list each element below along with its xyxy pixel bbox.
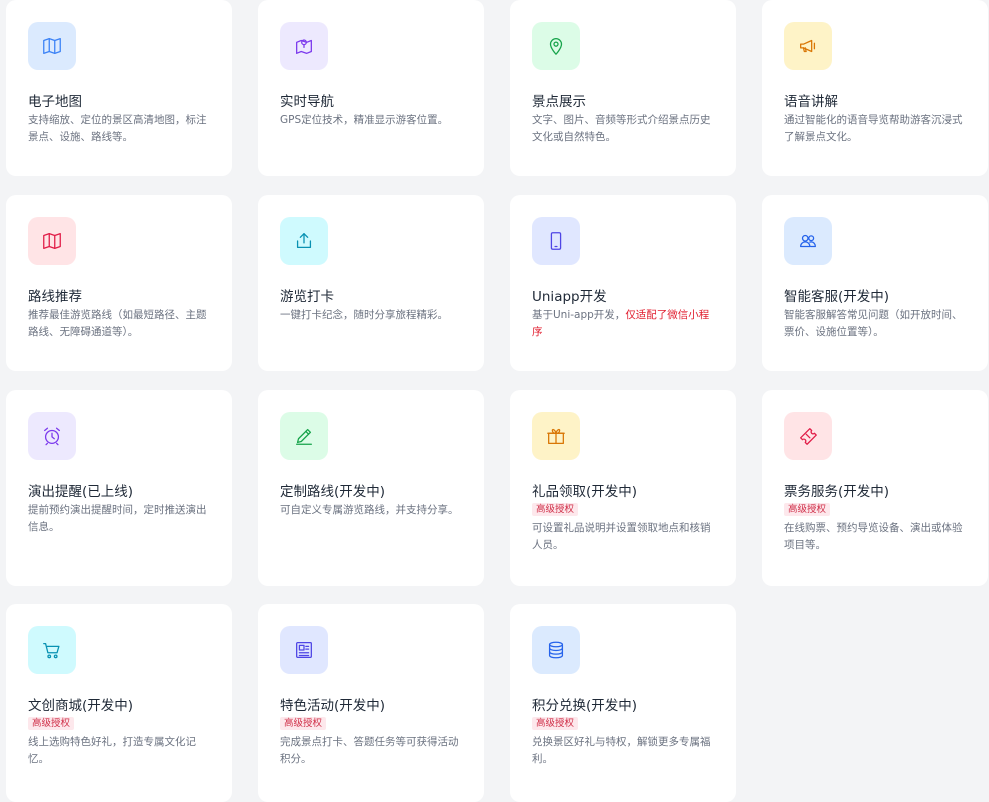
megaphone-icon bbox=[784, 22, 832, 70]
feature-card-voice-guide[interactable]: 语音讲解 通过智能化的语音导览帮助游客沉浸式了解景点文化。 bbox=[762, 0, 988, 176]
feature-title: 定制路线(开发中) bbox=[280, 484, 386, 500]
feature-desc: 文字、图片、音频等形式介绍景点历史文化或自然特色。 bbox=[532, 114, 711, 143]
feature-card-ticketing[interactable]: 票务服务(开发中) 高级授权 在线购票、预约导览设备、演出或体验项目等。 bbox=[762, 390, 988, 586]
feature-title: Uniapp开发 bbox=[532, 289, 607, 305]
feature-title: 积分兑换(开发中) bbox=[532, 698, 638, 714]
feature-title: 礼品领取(开发中) bbox=[532, 484, 638, 500]
users-icon bbox=[784, 217, 832, 265]
location-pin-icon bbox=[532, 22, 580, 70]
feature-desc: 线上选购特色好礼，打造专属文化记忆。 bbox=[28, 736, 196, 765]
feature-desc: 可设置礼品说明并设置领取地点和核销人员。 bbox=[532, 522, 711, 551]
feature-card-points-exchange[interactable]: 积分兑换(开发中) 高级授权 兑换景区好礼与特权，解锁更多专属福利。 bbox=[510, 604, 736, 802]
feature-title: 电子地图 bbox=[28, 94, 82, 110]
navigation-map-icon bbox=[280, 22, 328, 70]
premium-badge: 高级授权 bbox=[532, 503, 579, 516]
feature-card-scenic-display[interactable]: 景点展示 文字、图片、音频等形式介绍景点历史文化或自然特色。 bbox=[510, 0, 736, 176]
desc-prefix: 基于Uni-app开发， bbox=[532, 309, 626, 321]
feature-title: 游览打卡 bbox=[280, 289, 334, 305]
gift-icon bbox=[532, 412, 580, 460]
premium-badge: 高级授权 bbox=[532, 717, 579, 730]
newspaper-icon bbox=[280, 626, 328, 674]
feature-desc: 推荐最佳游览路线（如最短路径、主题路线、无障碍通道等）。 bbox=[28, 309, 207, 338]
feature-title: 演出提醒(已上线) bbox=[28, 484, 134, 500]
feature-desc: 支持缩放、定位的景区高清地图，标注景点、设施、路线等。 bbox=[28, 114, 207, 143]
alarm-clock-icon bbox=[28, 412, 76, 460]
feature-card-uniapp[interactable]: Uniapp开发 基于Uni-app开发，仅适配了微信小程序 bbox=[510, 195, 736, 371]
map-icon bbox=[28, 22, 76, 70]
premium-badge: 高级授权 bbox=[28, 717, 75, 730]
feature-title: 实时导航 bbox=[280, 94, 334, 110]
ticket-icon bbox=[784, 412, 832, 460]
share-upload-icon bbox=[280, 217, 328, 265]
feature-card-smart-service[interactable]: 智能客服(开发中) 智能客服解答常见问题（如开放时间、票价、设施位置等）。 bbox=[762, 195, 988, 371]
feature-card-checkin[interactable]: 游览打卡 一键打卡纪念，随时分享旅程精彩。 bbox=[258, 195, 484, 371]
feature-title: 智能客服(开发中) bbox=[784, 289, 890, 305]
feature-desc: 在线购票、预约导览设备、演出或体验项目等。 bbox=[784, 522, 963, 551]
feature-title: 路线推荐 bbox=[28, 289, 82, 305]
feature-title: 景点展示 bbox=[532, 94, 586, 110]
feature-desc: 智能客服解答常见问题（如开放时间、票价、设施位置等）。 bbox=[784, 309, 963, 338]
premium-badge: 高级授权 bbox=[784, 503, 831, 516]
feature-card-route-recommend[interactable]: 路线推荐 推荐最佳游览路线（如最短路径、主题路线、无障碍通道等）。 bbox=[6, 195, 232, 371]
mobile-phone-icon bbox=[532, 217, 580, 265]
feature-card-electronic-map[interactable]: 电子地图 支持缩放、定位的景区高清地图，标注景点、设施、路线等。 bbox=[6, 0, 232, 176]
feature-desc: 兑换景区好礼与特权，解锁更多专属福利。 bbox=[532, 736, 711, 765]
feature-card-show-reminder[interactable]: 演出提醒(已上线) 提前预约演出提醒时间，定时推送演出信息。 bbox=[6, 390, 232, 586]
feature-desc: 通过智能化的语音导览帮助游客沉浸式了解景点文化。 bbox=[784, 114, 963, 143]
coins-stack-icon bbox=[532, 626, 580, 674]
feature-desc: GPS定位技术，精准显示游客位置。 bbox=[280, 114, 449, 126]
feature-title: 语音讲解 bbox=[784, 94, 838, 110]
shopping-cart-icon bbox=[28, 626, 76, 674]
feature-desc: 一键打卡纪念，随时分享旅程精彩。 bbox=[280, 309, 448, 321]
feature-card-gift-claim[interactable]: 礼品领取(开发中) 高级授权 可设置礼品说明并设置领取地点和核销人员。 bbox=[510, 390, 736, 586]
feature-title: 票务服务(开发中) bbox=[784, 484, 890, 500]
feature-title: 特色活动(开发中) bbox=[280, 698, 386, 714]
feature-grid: 电子地图 支持缩放、定位的景区高清地图，标注景点、设施、路线等。 实时导航 GP… bbox=[0, 0, 989, 802]
feature-desc: 完成景点打卡、答题任务等可获得活动积分。 bbox=[280, 736, 459, 765]
folded-map-icon bbox=[28, 217, 76, 265]
feature-card-realtime-navigation[interactable]: 实时导航 GPS定位技术，精准显示游客位置。 bbox=[258, 0, 484, 176]
feature-card-special-events[interactable]: 特色活动(开发中) 高级授权 完成景点打卡、答题任务等可获得活动积分。 bbox=[258, 604, 484, 802]
feature-card-creative-mall[interactable]: 文创商城(开发中) 高级授权 线上选购特色好礼，打造专属文化记忆。 bbox=[6, 604, 232, 802]
feature-desc: 提前预约演出提醒时间，定时推送演出信息。 bbox=[28, 504, 207, 533]
premium-badge: 高级授权 bbox=[280, 717, 327, 730]
pencil-edit-icon bbox=[280, 412, 328, 460]
feature-card-custom-route[interactable]: 定制路线(开发中) 可自定义专属游览路线，并支持分享。 bbox=[258, 390, 484, 586]
feature-desc: 可自定义专属游览路线，并支持分享。 bbox=[280, 504, 459, 516]
feature-title: 文创商城(开发中) bbox=[28, 698, 134, 714]
feature-desc: 基于Uni-app开发，仅适配了微信小程序 bbox=[532, 307, 718, 341]
